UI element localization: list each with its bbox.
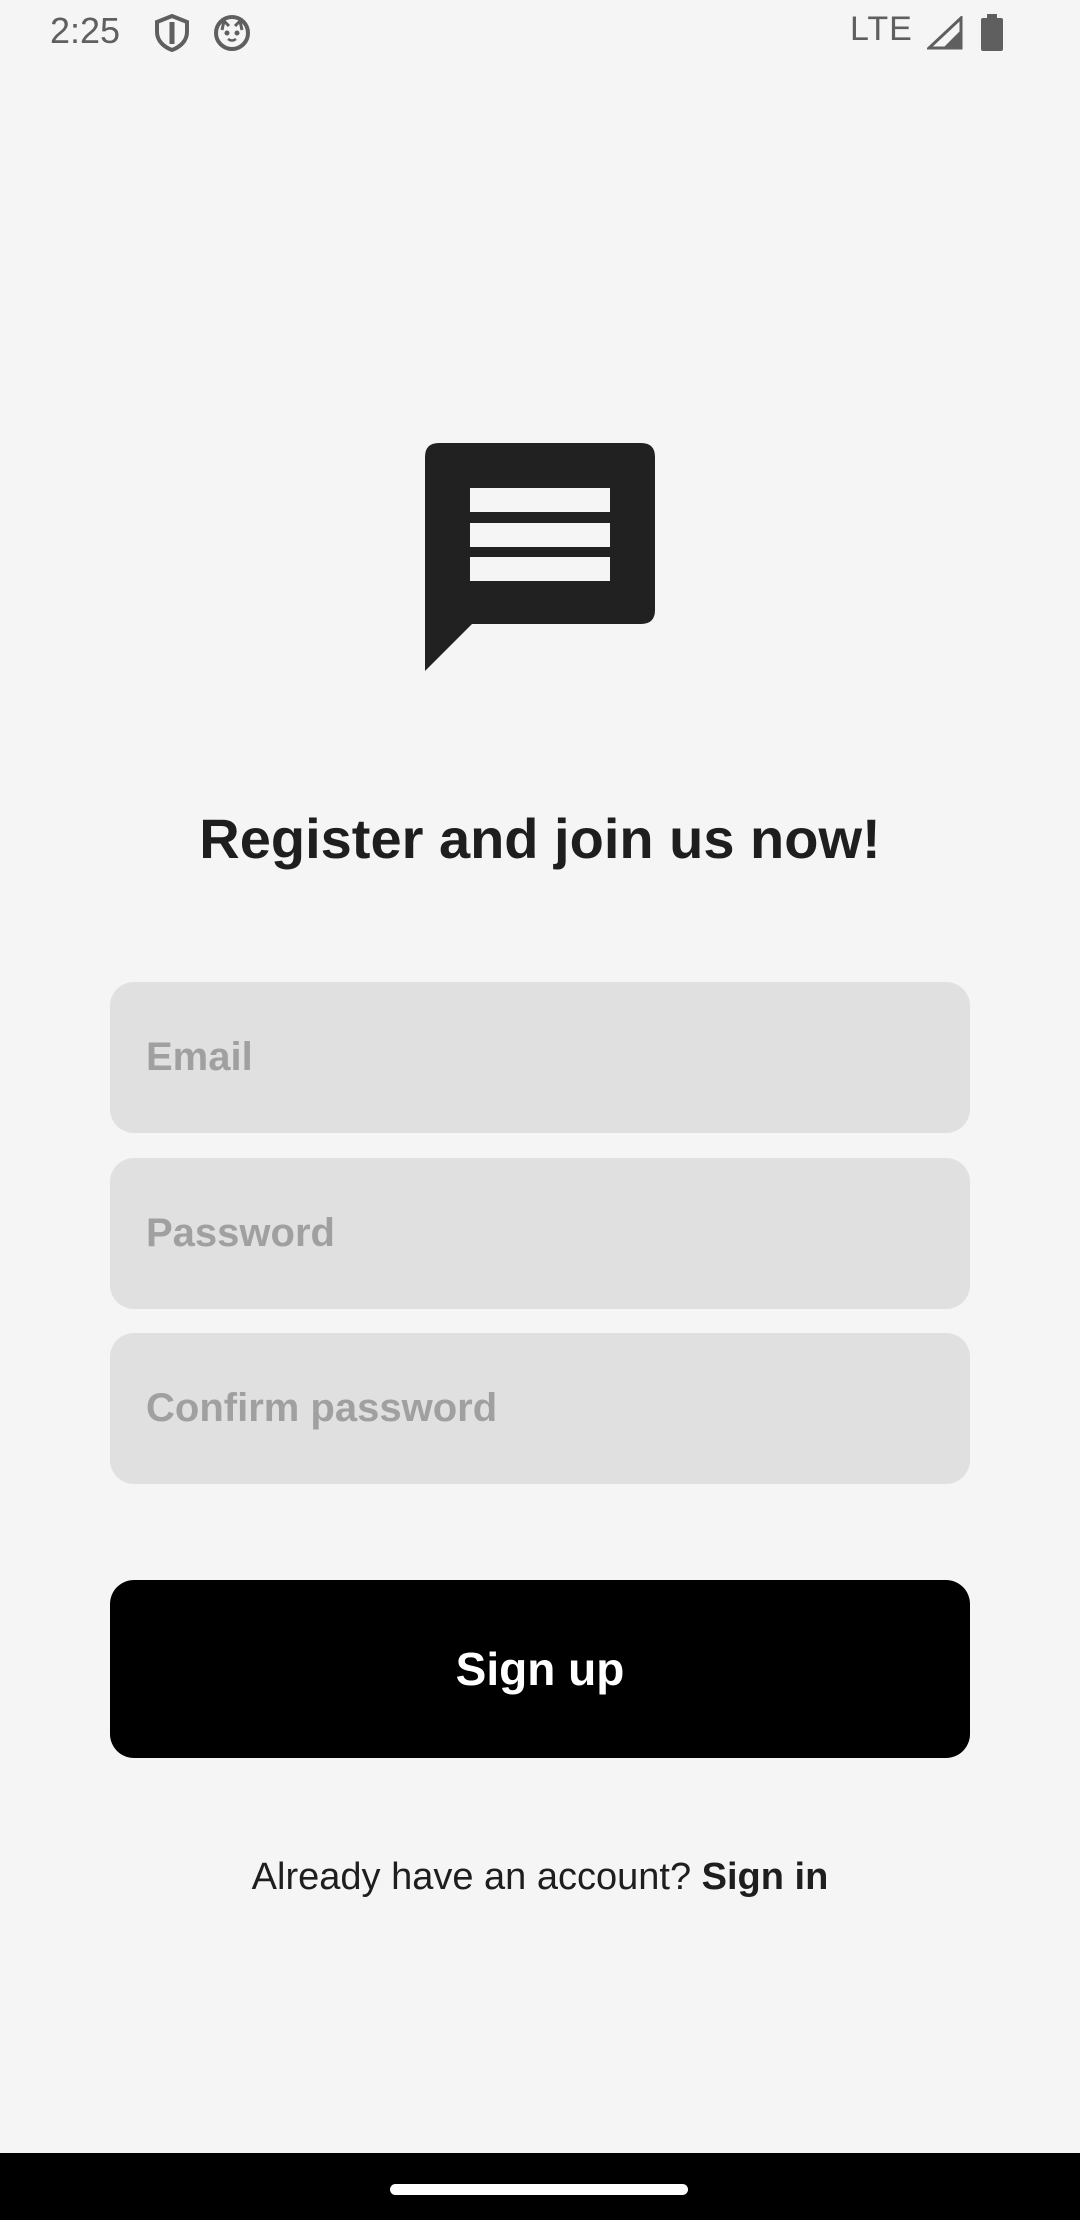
status-bar: 2:25 LTE <box>0 0 1080 64</box>
chat-bubble-icon <box>425 443 655 671</box>
confirm-password-input[interactable] <box>144 1385 970 1432</box>
sign-in-prompt-text: Already have an account? <box>251 1856 692 1898</box>
password-field[interactable] <box>110 1158 970 1309</box>
signal-icon <box>925 14 963 55</box>
cat-icon <box>213 14 251 57</box>
shield-icon <box>154 13 190 57</box>
network-type: LTE <box>850 10 913 48</box>
status-time: 2:25 <box>50 10 121 51</box>
email-field[interactable] <box>110 982 970 1133</box>
navigation-bar <box>0 2153 1080 2220</box>
sign-in-link[interactable]: Sign in <box>702 1856 829 1898</box>
battery-icon <box>979 14 1005 57</box>
email-input[interactable] <box>144 1034 970 1081</box>
home-gesture-handle[interactable] <box>390 2184 688 2195</box>
sign-in-prompt: Already have an account? Sign in <box>0 1856 1080 1899</box>
password-input[interactable] <box>144 1210 970 1257</box>
page-title: Register and join us now! <box>199 807 881 870</box>
sign-up-button[interactable]: Sign up <box>110 1580 970 1758</box>
confirm-password-field[interactable] <box>110 1333 970 1484</box>
